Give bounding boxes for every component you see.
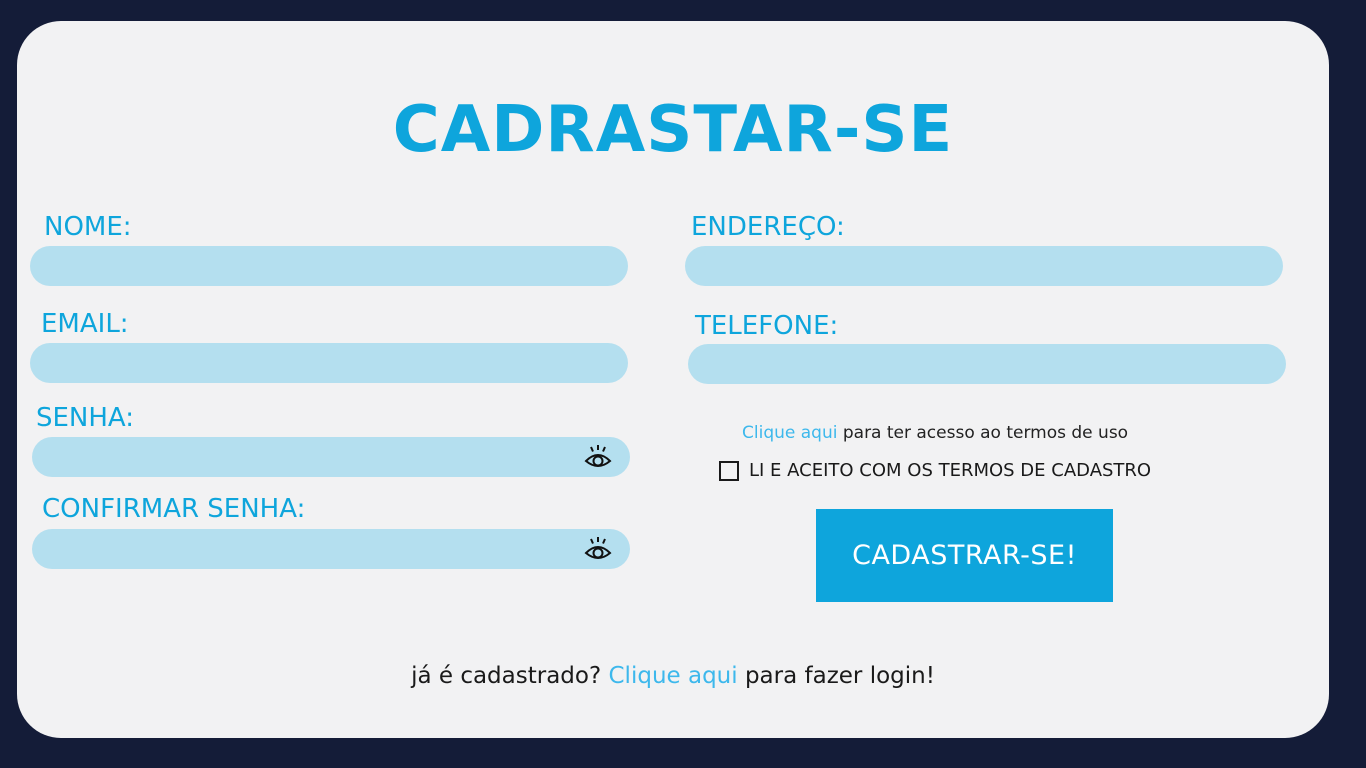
- nome-label: NOME:: [44, 212, 132, 242]
- eye-icon[interactable]: [583, 442, 613, 472]
- email-input[interactable]: [30, 343, 628, 383]
- login-prompt-suffix: para fazer login!: [737, 663, 935, 689]
- endereco-label: ENDEREÇO:: [691, 212, 845, 242]
- confirmar-senha-label: CONFIRMAR SENHA:: [42, 494, 306, 524]
- login-prompt: já é cadastrado? Clique aqui para fazer …: [17, 663, 1329, 689]
- page-title: CADRASTAR-SE: [392, 93, 954, 167]
- telefone-label: TELEFONE:: [695, 311, 839, 341]
- terms-checkbox-label: LI E ACEITO COM OS TERMOS DE CADASTRO: [749, 460, 1152, 481]
- terms-link[interactable]: Clique aqui: [742, 423, 837, 443]
- senha-label: SENHA:: [36, 403, 135, 433]
- submit-button[interactable]: CADASTRAR-SE!: [816, 509, 1113, 602]
- confirmar-senha-input[interactable]: [32, 529, 630, 569]
- terms-accept-row: LI E ACEITO COM OS TERMOS DE CADASTRO: [719, 460, 1151, 481]
- login-prompt-prefix: já é cadastrado?: [411, 663, 609, 689]
- senha-input[interactable]: [32, 437, 630, 477]
- eye-icon[interactable]: [583, 534, 613, 564]
- signup-card: CADRASTAR-SE NOME: EMAIL: SENHA: CONFIRM…: [17, 21, 1329, 738]
- email-label: EMAIL:: [41, 309, 129, 339]
- nome-input[interactable]: [30, 246, 628, 286]
- telefone-input[interactable]: [688, 344, 1286, 384]
- endereco-input[interactable]: [685, 246, 1283, 286]
- terms-checkbox[interactable]: [719, 460, 739, 481]
- terms-info: Clique aqui para ter acesso ao termos de…: [742, 423, 1128, 443]
- terms-text: para ter acesso ao termos de uso: [837, 423, 1129, 443]
- login-link[interactable]: Clique aqui: [609, 663, 738, 689]
